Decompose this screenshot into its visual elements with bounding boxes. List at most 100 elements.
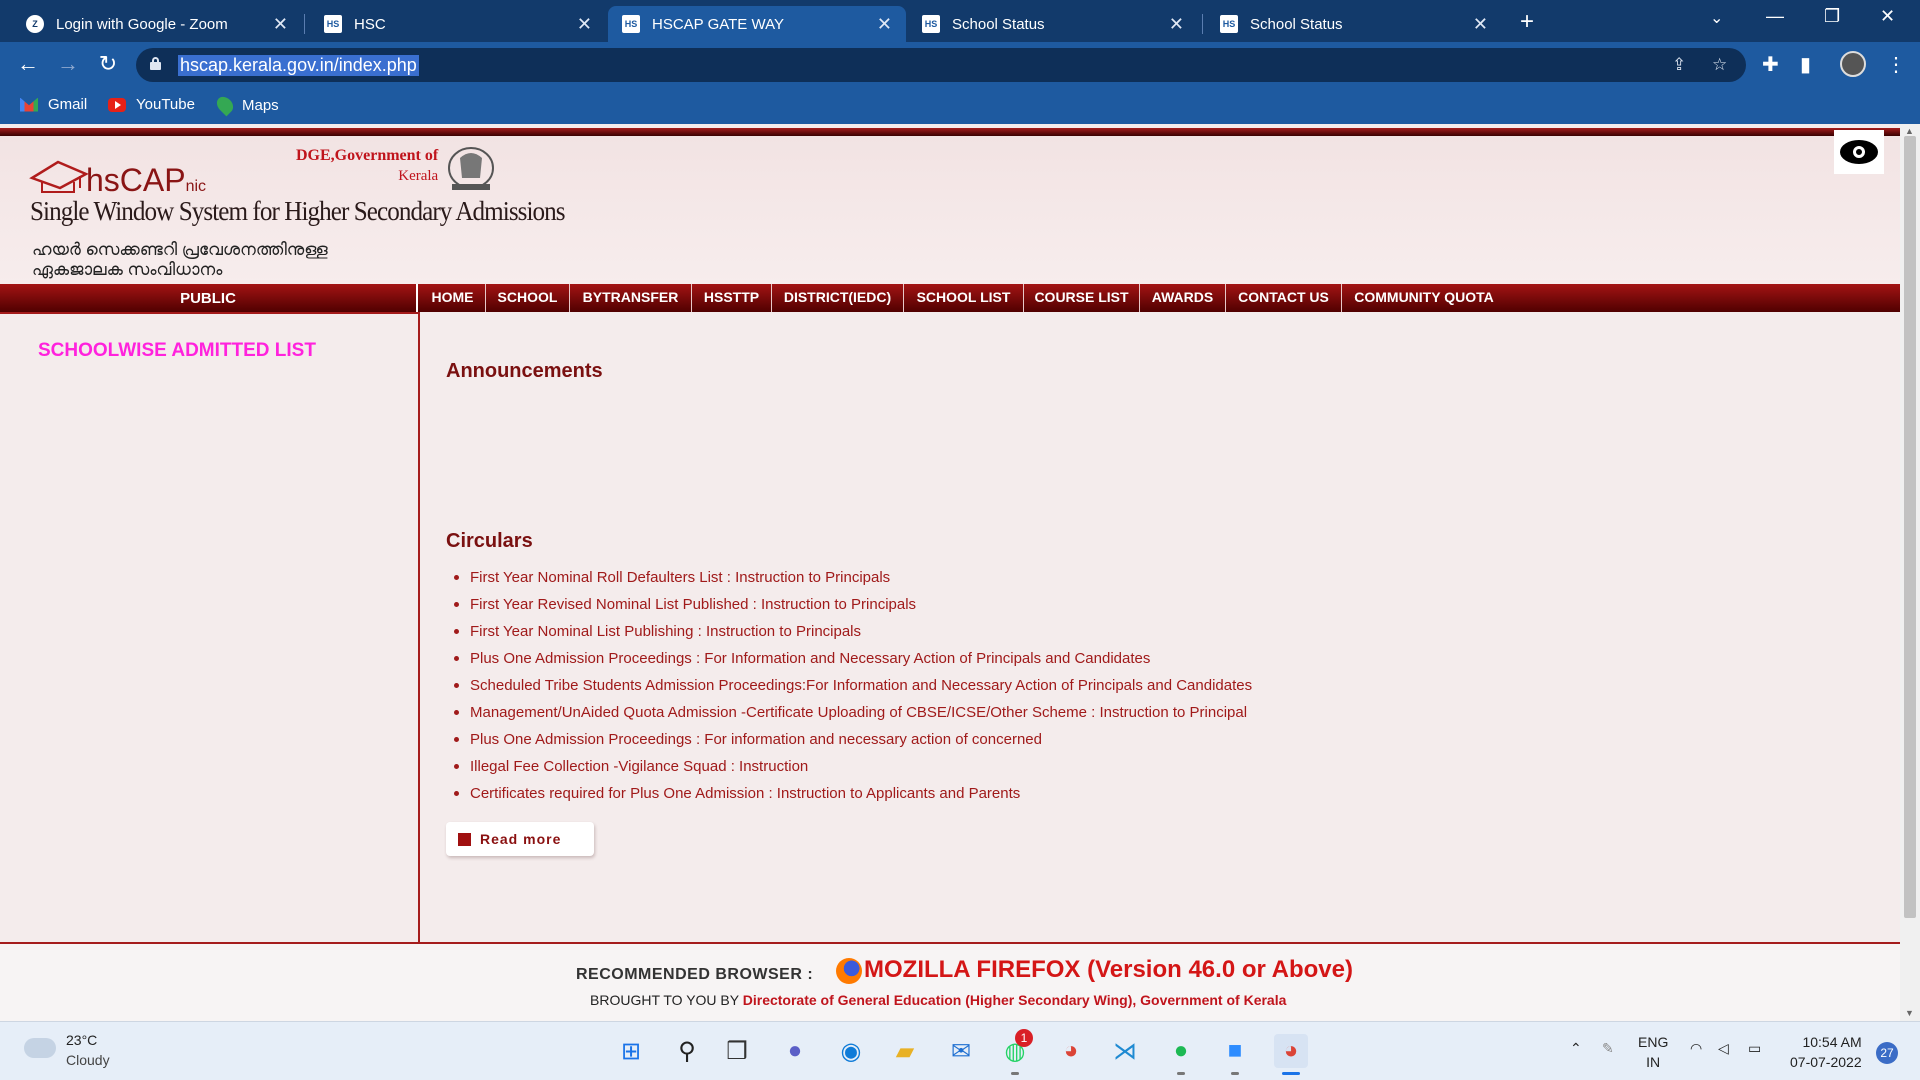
clock-date: 07-07-2022 [1790, 1054, 1862, 1070]
restore-button[interactable]: ❐ [1824, 6, 1840, 27]
zoom-icon: Z [26, 15, 44, 33]
close-icon[interactable]: ✕ [1473, 14, 1488, 35]
show-hidden-icons[interactable]: ⌃ [1570, 1040, 1582, 1057]
firefox-icon [836, 958, 862, 984]
hscap-logo: hsCAPnic [86, 162, 206, 199]
circular-item[interactable]: First Year Revised Nominal List Publishe… [453, 591, 1252, 618]
task-view-icon[interactable]: ❒ [720, 1034, 754, 1068]
accessibility-eye-button[interactable] [1834, 130, 1884, 174]
forward-icon[interactable]: → [54, 51, 82, 77]
minimize-button[interactable]: — [1766, 6, 1784, 27]
scroll-up-icon[interactable]: ▲ [1905, 126, 1914, 136]
profile-avatar[interactable] [1840, 51, 1866, 77]
circular-item[interactable]: Illegal Fee Collection -Vigilance Squad … [453, 753, 1252, 780]
close-window-button[interactable]: ✕ [1880, 6, 1895, 27]
read-more-button[interactable]: Read more [446, 822, 594, 856]
close-icon[interactable]: ✕ [877, 14, 892, 35]
malayalam-line-2: ഏകജാലക സംവിധാനം [32, 260, 223, 279]
tab-school-status-1[interactable]: HS School Status ✕ [908, 6, 1198, 42]
search-icon[interactable]: ⚲ [670, 1034, 704, 1068]
teams-chat-icon[interactable]: ● [778, 1034, 812, 1068]
tab-hscap-gateway[interactable]: HS HSCAP GATE WAY ✕ [608, 6, 906, 42]
malayalam-line-1: ഹയർ സെക്കണ്ടറി പ്രവേശനത്തിനുള്ള [32, 240, 328, 259]
hs-icon: HS [324, 15, 342, 33]
circular-item[interactable]: Plus One Admission Proceedings : For Inf… [453, 645, 1252, 672]
windows-start-icon[interactable]: ⊞ [614, 1034, 648, 1068]
site-footer: RECOMMENDED BROWSER : MOZILLA FIREFOX (V… [0, 944, 1900, 1021]
vscode-icon[interactable]: ⋊ [1108, 1034, 1142, 1068]
edge-icon[interactable]: ◉ [834, 1034, 868, 1068]
nav-contact-us[interactable]: CONTACT US [1226, 284, 1342, 312]
malayalam-title: ഹയർ സെക്കണ്ടറി പ്രവേശനത്തിനുള്ള ഏകജാലക സ… [32, 240, 328, 280]
close-icon[interactable]: ✕ [273, 14, 288, 35]
extensions-icon[interactable]: ✚ [1762, 52, 1779, 77]
system-clock[interactable]: 10:54 AM 07-07-2022 [1790, 1032, 1862, 1072]
web-page: hsCAPnic DGE,Government of Kerala Single… [0, 124, 1920, 1021]
close-icon[interactable]: ✕ [577, 14, 592, 35]
zoom-icon[interactable]: ■ [1218, 1034, 1252, 1068]
side-panel-icon[interactable]: ▮ [1800, 52, 1811, 77]
back-icon[interactable]: ← [14, 51, 42, 77]
square-bullet-icon [458, 833, 471, 846]
notification-count[interactable]: 27 [1876, 1042, 1898, 1064]
dge-line-2: Kerala [398, 168, 439, 184]
nav-district-iedc[interactable]: DISTRICT(IEDC) [772, 284, 904, 312]
close-icon[interactable]: ✕ [1169, 14, 1184, 35]
tab-hsc[interactable]: HS HSC ✕ [310, 6, 606, 42]
mail-icon[interactable]: ✉ [944, 1034, 978, 1068]
bookmark-star-icon[interactable]: ☆ [1712, 55, 1727, 75]
nav-bytransfer[interactable]: BYTRANSFER [570, 284, 692, 312]
nav-awards[interactable]: AWARDS [1140, 284, 1226, 312]
gmail-icon [20, 97, 38, 112]
file-explorer-icon[interactable]: ▰ [888, 1034, 922, 1068]
circular-item[interactable]: First Year Nominal List Publishing : Ins… [453, 618, 1252, 645]
tab-zoom-login[interactable]: Z Login with Google - Zoom ✕ [12, 6, 302, 42]
battery-icon[interactable]: ▭ [1748, 1040, 1761, 1057]
chrome-profile-icon[interactable]: ◕ [1274, 1034, 1308, 1068]
schoolwise-admitted-list-link[interactable]: SCHOOLWISE ADMITTED LIST [38, 340, 316, 362]
language-indicator[interactable]: ENG IN [1638, 1032, 1668, 1072]
weather-status[interactable]: Cloudy [66, 1052, 110, 1068]
nav-course-list[interactable]: COURSE LIST [1024, 284, 1140, 312]
spotify-icon[interactable]: ● [1164, 1034, 1198, 1068]
eye-icon [1840, 140, 1878, 164]
nav-home[interactable]: HOME [420, 284, 486, 312]
circular-item[interactable]: First Year Nominal Roll Defaulters List … [453, 564, 1252, 591]
lock-icon[interactable] [150, 57, 161, 70]
running-indicator [1231, 1072, 1239, 1075]
reload-icon[interactable]: ↻ [94, 51, 122, 77]
new-tab-button[interactable]: + [1520, 8, 1534, 36]
circular-item[interactable]: Plus One Admission Proceedings : For inf… [453, 726, 1252, 753]
chrome-icon[interactable]: ◕ [1054, 1034, 1088, 1068]
volume-icon[interactable]: ◁ [1718, 1040, 1729, 1057]
bookmark-gmail[interactable]: Gmail [20, 96, 87, 113]
cloud-icon[interactable] [24, 1038, 56, 1058]
scroll-thumb[interactable] [1904, 136, 1916, 918]
bookmark-label: Maps [242, 96, 279, 114]
announcements-heading: Announcements [446, 360, 603, 382]
page-scrollbar[interactable]: ▲ ▼ [1900, 124, 1920, 1021]
nav-community-quota[interactable]: COMMUNITY QUOTA [1342, 284, 1506, 312]
circular-item[interactable]: Scheduled Tribe Students Admission Proce… [453, 672, 1252, 699]
menu-kebab-icon[interactable]: ⋮ [1886, 52, 1906, 77]
browser-toolbar: ← → ↻ hscap.kerala.gov.in/index.php ⇪ ☆ … [0, 42, 1920, 88]
circular-item[interactable]: Management/UnAided Quota Admission -Cert… [453, 699, 1252, 726]
address-bar[interactable]: hscap.kerala.gov.in/index.php ⇪ ☆ [136, 48, 1746, 82]
recommended-browser-name[interactable]: MOZILLA FIREFOX (Version 46.0 or Above) [864, 956, 1353, 984]
tab-search-icon[interactable]: ⌄ [1710, 8, 1723, 28]
youtube-icon [108, 97, 126, 112]
bookmark-maps[interactable]: Maps [213, 93, 279, 117]
nav-school[interactable]: SCHOOL [486, 284, 570, 312]
tab-school-status-2[interactable]: HS School Status ✕ [1206, 6, 1502, 42]
wifi-icon[interactable]: ◠ [1690, 1040, 1702, 1057]
nav-school-list[interactable]: SCHOOL LIST [904, 284, 1024, 312]
url-text[interactable]: hscap.kerala.gov.in/index.php [178, 55, 419, 76]
pen-icon[interactable]: ✎ [1602, 1040, 1614, 1057]
weather-temperature[interactable]: 23°C [66, 1032, 97, 1048]
share-icon[interactable]: ⇪ [1672, 55, 1686, 75]
nav-hssttp[interactable]: HSSTTP [692, 284, 772, 312]
circular-item[interactable]: Certificates required for Plus One Admis… [453, 780, 1252, 807]
active-indicator [1282, 1072, 1300, 1075]
bookmark-youtube[interactable]: YouTube [108, 96, 195, 113]
scroll-down-icon[interactable]: ▼ [1905, 1008, 1914, 1018]
